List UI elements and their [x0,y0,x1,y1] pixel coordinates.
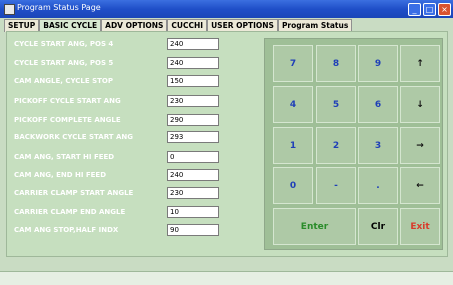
pickoff-cycle-start-input[interactable]: 230 [167,95,219,107]
close-button[interactable]: × [438,3,451,16]
exit-button[interactable]: Exit [400,208,440,245]
pickoff-complete-input[interactable]: 290 [167,114,219,126]
key-4[interactable]: 4 [273,86,313,123]
cycle-start-pos4-input[interactable]: 240 [167,38,219,50]
key-decimal[interactable]: . [358,167,398,204]
key-2[interactable]: 2 [316,127,356,164]
title-bar: Program Status Page _ □ × [0,0,453,18]
carrier-clamp-end-input[interactable]: 10 [167,206,219,218]
field-label: PICKOFF CYCLE START ANG [14,97,121,105]
key-minus[interactable]: - [316,167,356,204]
field-label: CAM ANG, START HI FEED [14,153,115,161]
end-hi-feed-input[interactable]: 240 [167,169,219,181]
field-label: CAM ANG STOP,HALF INDX [14,226,119,234]
key-left-arrow[interactable]: ← [400,167,440,204]
key-9[interactable]: 9 [358,45,398,82]
carrier-clamp-start-input[interactable]: 230 [167,187,219,199]
program-status-window: Program Status Page _ □ × SETUP BASIC CY… [0,0,453,285]
key-8[interactable]: 8 [316,45,356,82]
key-0[interactable]: 0 [273,167,313,204]
key-up-arrow[interactable]: ↑ [400,45,440,82]
key-right-arrow[interactable]: → [400,127,440,164]
field-label: CAM ANGLE, CYCLE STOP [14,77,113,85]
field-label: CARRIER CLAMP END ANGLE [14,208,126,216]
key-7[interactable]: 7 [273,45,313,82]
basic-cycle-panel: CYCLE START ANG, POS 4 240 CYCLE START A… [6,31,448,257]
tab-strip: SETUP BASIC CYCLE ADV OPTIONS CUCCHI USE… [4,19,353,32]
field-label: PICKOFF COMPLETE ANGLE [14,116,121,124]
maximize-button[interactable]: □ [423,3,436,16]
field-label: CAM ANG, END HI FEED [14,171,107,179]
key-5[interactable]: 5 [316,86,356,123]
key-1[interactable]: 1 [273,127,313,164]
field-label: CARRIER CLAMP START ANGLE [14,189,134,197]
status-bar [0,271,453,285]
field-label: BACKWORK CYCLE START ANG [14,133,134,141]
key-down-arrow[interactable]: ↓ [400,86,440,123]
enter-button[interactable]: Enter [273,208,356,245]
cycle-start-pos5-input[interactable]: 240 [167,57,219,69]
window-title: Program Status Page [17,3,101,12]
numeric-keypad: 7 8 9 ↑ 4 5 6 ↓ 1 2 3 → 0 - . ← Enter Cl… [264,38,443,250]
field-label: CYCLE START ANG, POS 4 [14,40,114,48]
field-label: CYCLE START ANG, POS 5 [14,59,114,67]
cam-angle-cycle-stop-input[interactable]: 150 [167,75,219,87]
clear-button[interactable]: Clr [358,208,398,245]
key-3[interactable]: 3 [358,127,398,164]
start-hi-feed-input[interactable]: 0 [167,151,219,163]
minimize-button[interactable]: _ [408,3,421,16]
half-index-stop-input[interactable]: 90 [167,224,219,236]
app-icon [4,4,15,15]
key-6[interactable]: 6 [358,86,398,123]
backwork-cycle-start-input[interactable]: 293 [167,131,219,143]
